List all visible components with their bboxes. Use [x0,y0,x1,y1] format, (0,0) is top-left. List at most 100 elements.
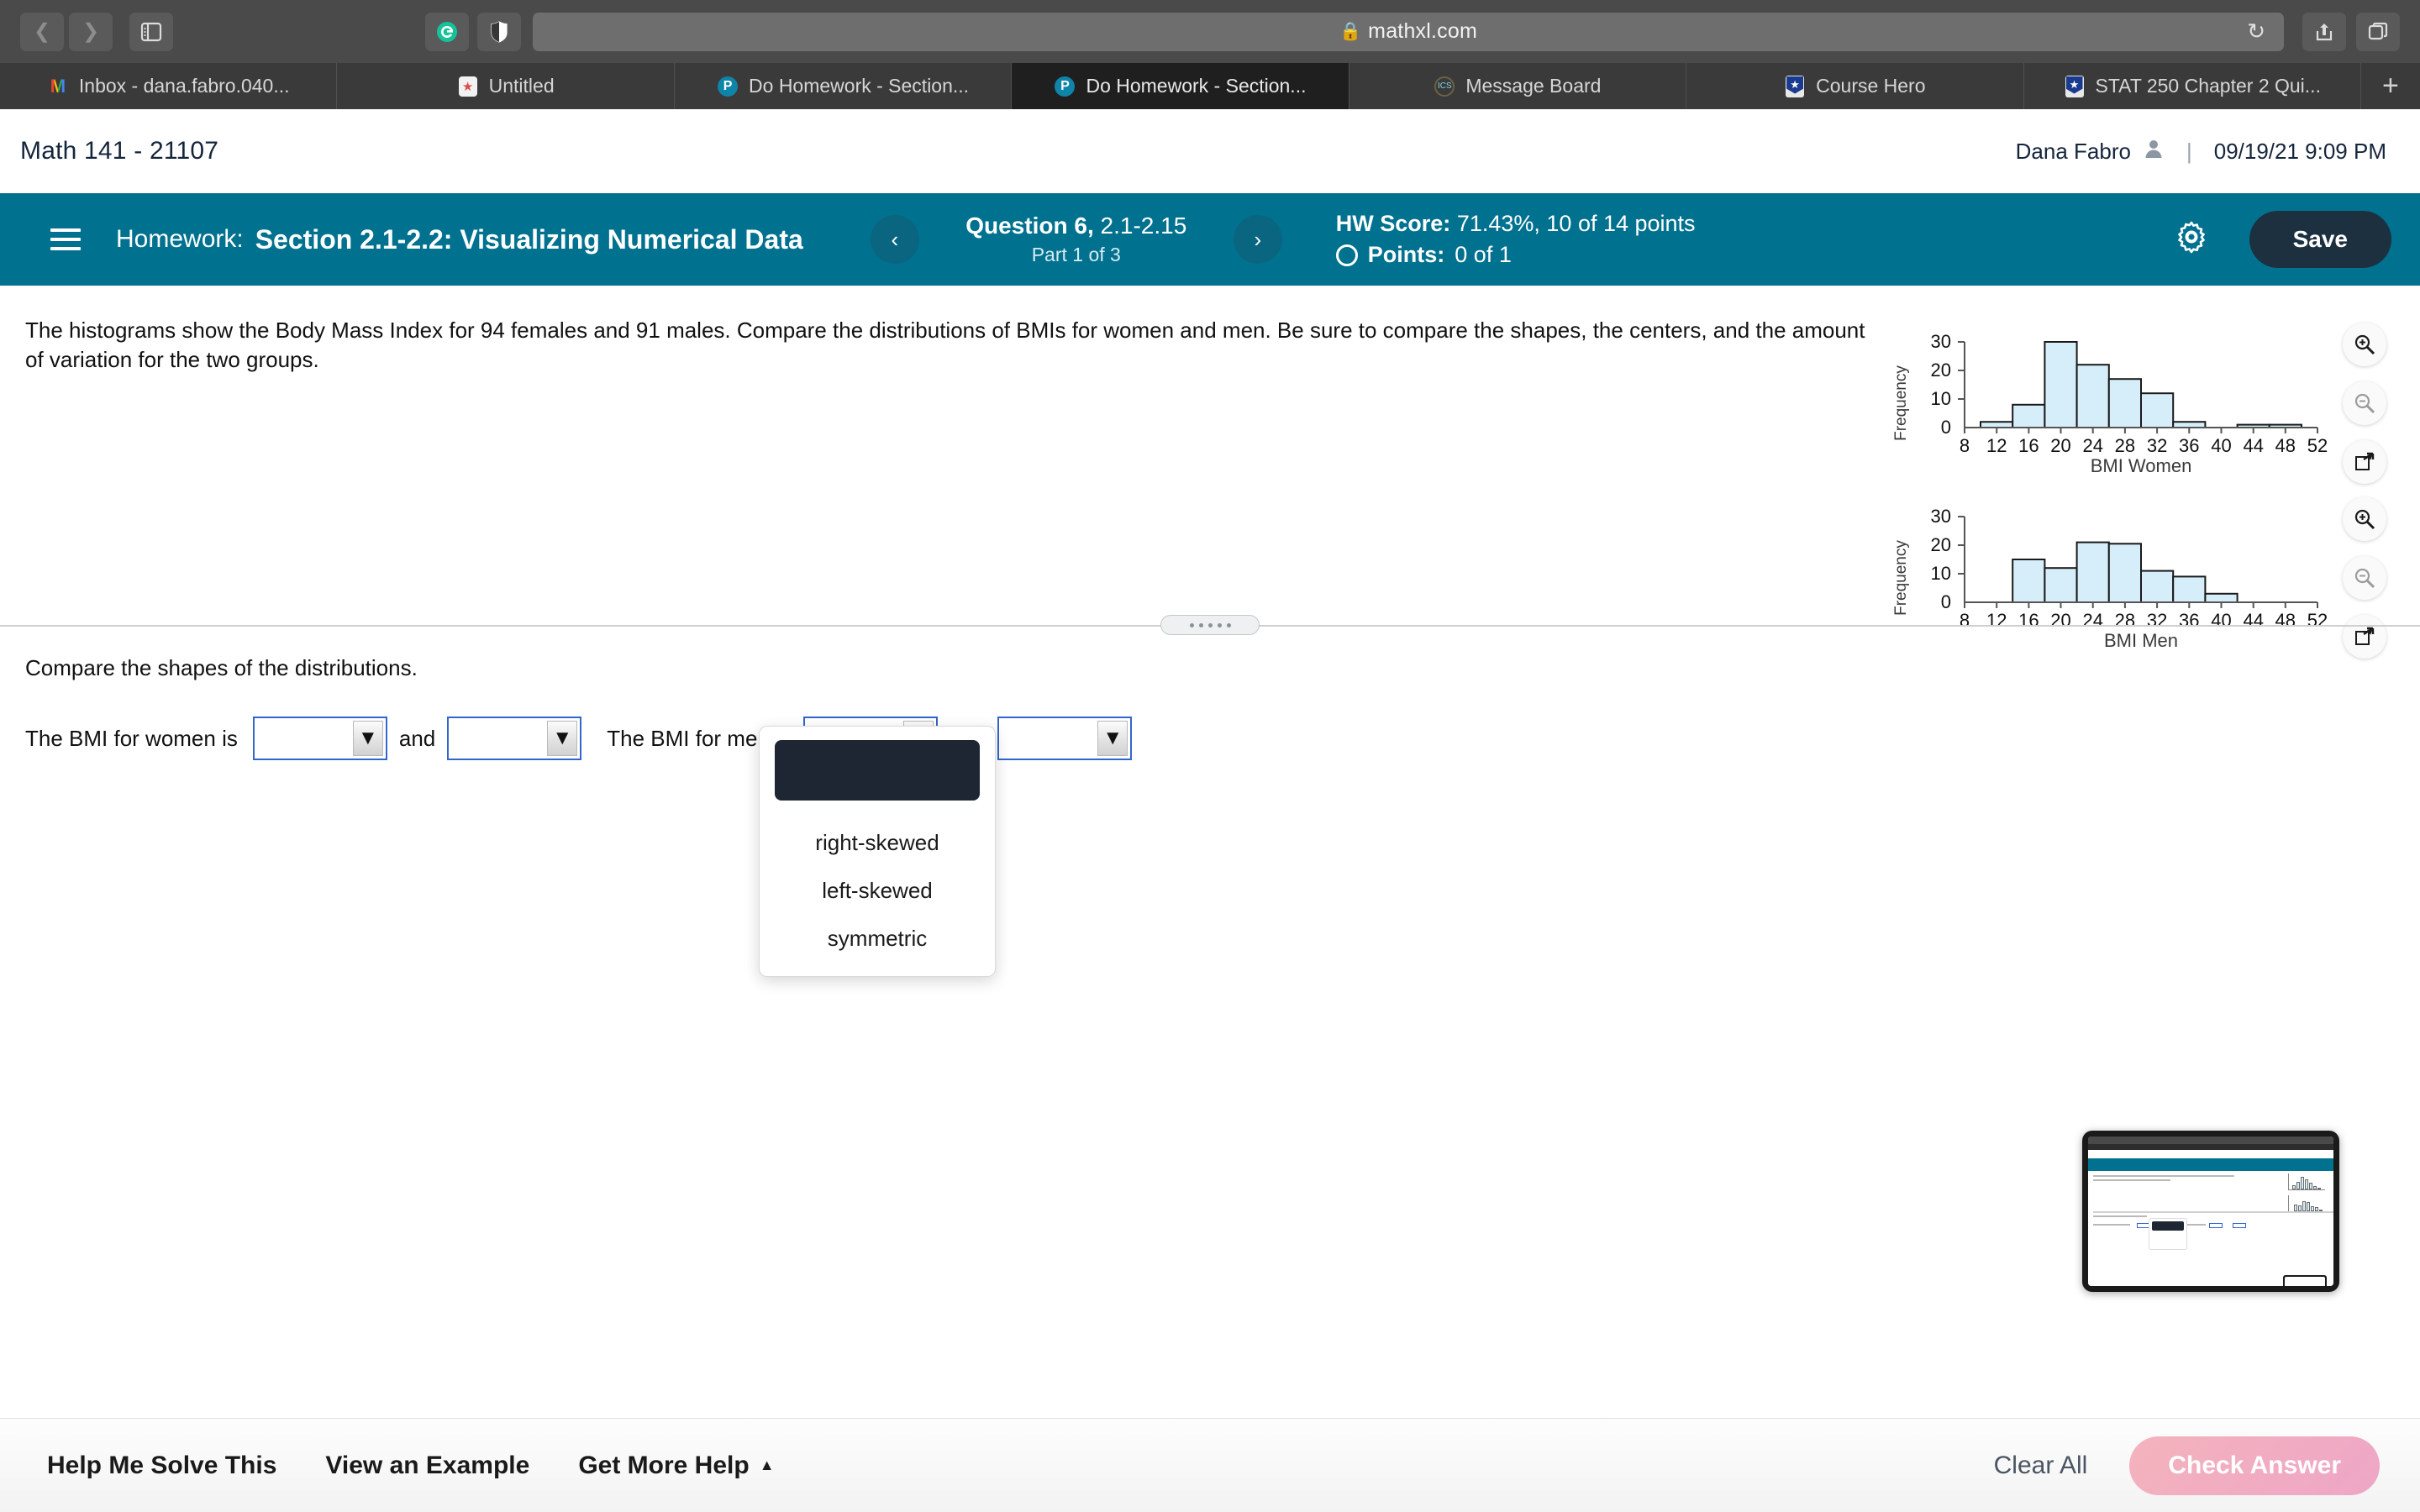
chart-row-women: Frequency 30 20 10 0 8 12 16 20 24 28 32… [1891,319,2386,484]
conjunction-1: and [398,725,436,751]
page-thumbnail-preview[interactable] [2082,1131,2339,1292]
thumbnail-nested-preview [2283,1275,2327,1286]
dropdown-men-shape-2[interactable]: ▼ [997,717,1133,760]
svg-text:40: 40 [2211,435,2231,456]
get-more-help-label: Get More Help [578,1451,750,1479]
question-indicator: Question 6, 2.1-2.15 Part 1 of 3 [938,213,1215,266]
question-text: The histograms show the Body Mass Index … [25,318,1865,372]
thumbnail-open-menu [2149,1218,2187,1250]
tab-title: Do Homework - Section... [1086,75,1307,97]
lock-icon: 🔒 [1339,21,1362,41]
coursehero-icon [2064,75,2086,97]
previous-question-button[interactable]: ‹ [870,215,919,264]
header-timestamp: 09/19/21 9:09 PM [2213,138,2386,164]
label-bmi-women: The BMI for women is [25,725,238,751]
toolbar-right-actions: Save [2174,211,2391,268]
y-tick-30: 30 [1931,331,1951,352]
browser-tab-3-active[interactable]: P Do Homework - Section... [1012,63,1349,109]
red-doc-icon: ★ [457,76,479,97]
question-pane: The histograms show the Body Mass Index … [0,286,2420,659]
share-icon[interactable] [2302,12,2346,51]
points-label: Points: [1367,242,1445,267]
zoom-out-icon[interactable] [2343,381,2386,425]
browser-tab-0[interactable]: M Inbox - dana.fabro.040... [0,63,338,109]
dropdown-menu-men-shape-1[interactable]: right-skewed left-skewed symmetric [759,726,996,977]
tab-title: Course Hero [1816,75,1926,97]
shield-icon[interactable] [477,12,521,51]
save-button[interactable]: Save [2249,211,2391,268]
svg-text:32: 32 [2147,435,2167,456]
clear-all-button[interactable]: Clear All [1994,1452,2088,1480]
hamburger-menu-icon[interactable] [50,228,81,250]
svg-text:16: 16 [2018,435,2039,456]
dropdown-option-right-skewed[interactable]: right-skewed [770,819,985,867]
zoom-out-icon[interactable] [2343,556,2386,600]
dropdown-arrow-icon: ▼ [1097,721,1128,756]
browser-tab-2[interactable]: P Do Homework - Section... [675,63,1013,109]
get-more-help-button[interactable]: Get More Help ▲ [578,1452,774,1480]
pearson-icon: P [1054,76,1076,97]
histogram-bars [1980,341,2302,429]
next-question-button[interactable]: › [1233,215,1282,264]
user-info: Dana Fabro | 09/19/21 9:09 PM [2016,138,2386,165]
new-tab-button[interactable]: + [2361,63,2420,109]
pearson-icon: P [717,76,739,97]
dropdown-option-left-skewed[interactable]: left-skewed [770,867,985,915]
thumbnail-course-header [2088,1150,2333,1158]
course-title: Math 141 - 21107 [20,137,219,165]
browser-tab-5[interactable]: Course Hero [1686,63,2024,109]
chart-tools-women [2343,319,2386,484]
tab-title: Inbox - dana.fabro.040... [78,75,290,97]
open-in-new-window-icon[interactable] [2343,440,2386,484]
forward-chevron-icon[interactable]: ❯ [69,12,113,51]
ics-icon: ICS [1434,76,1455,97]
check-answer-button[interactable]: Check Answer [2129,1436,2380,1495]
x-axis-label-women: BMI Women [2091,455,2192,475]
y-tick-10: 10 [1931,388,1951,409]
gear-icon[interactable] [2174,219,2209,260]
browser-extensions [425,12,521,51]
tab-strip: M Inbox - dana.fabro.040... ★ Untitled P… [0,63,2420,109]
question-number-line: Question 6, 2.1-2.15 [938,213,1215,239]
browser-tab-6[interactable]: STAT 250 Chapter 2 Qui... [2024,63,2361,109]
thumbnail-body [2088,1171,2333,1286]
sidebar-toggle-icon[interactable] [129,12,173,51]
svg-text:28: 28 [2115,435,2135,456]
browser-tab-4[interactable]: ICS Message Board [1349,63,1687,109]
question-part-label: Part 1 of 3 [1031,244,1121,265]
course-header: Math 141 - 21107 Dana Fabro | 09/19/21 9… [0,109,2420,193]
homework-toolbar: Homework: Section 2.1-2.2: Visualizing N… [0,193,2420,286]
x-tick-labels: 8 12 16 20 24 28 32 36 40 44 48 52 [1960,435,2328,456]
new-tab-icon[interactable] [2356,12,2400,51]
help-me-solve-this-button[interactable]: Help Me Solve This [47,1452,276,1480]
coursehero-icon [1784,75,1806,97]
tab-title: Untitled [488,75,555,97]
thumbnail-tab-strip [2088,1144,2333,1150]
hw-score-value: 71.43%, 10 of 14 points [1456,211,1696,236]
empty-circle-icon [1335,244,1358,266]
footer-right-actions: Clear All Check Answer [1994,1436,2380,1495]
y-tick-0: 0 [1941,417,1951,438]
dropdown-option-blank-selected[interactable] [775,740,980,801]
zoom-in-icon[interactable] [2343,323,2386,366]
zoom-in-icon[interactable] [2343,497,2386,541]
url-text: mathxl.com [1368,19,1477,43]
dropdown-women-shape-2[interactable]: ▼ [447,717,582,760]
view-an-example-button[interactable]: View an Example [325,1452,529,1480]
dropdown-option-symmetric[interactable]: symmetric [770,915,985,963]
dropdown-arrow-icon: ▼ [547,721,578,756]
reload-icon[interactable]: ↻ [2247,18,2265,45]
y-axis-label: Frequency [1892,365,1910,441]
user-name: Dana Fabro [2015,138,2131,164]
address-bar[interactable]: 🔒 mathxl.com ↻ [533,12,2284,51]
dropdown-women-shape-1[interactable]: ▼ [252,717,387,760]
user-avatar-icon[interactable] [2143,138,2165,165]
grammarly-icon[interactable] [425,12,469,51]
back-chevron-icon[interactable]: ❮ [20,12,64,51]
y-axis-label: Frequency [1892,540,1910,616]
caret-up-icon: ▲ [759,1457,775,1473]
browser-tab-1[interactable]: ★ Untitled [337,63,675,109]
svg-text:24: 24 [2082,435,2102,456]
question-label: Question 6, [965,213,1094,239]
thumbnail-teal-bar [2088,1158,2333,1171]
